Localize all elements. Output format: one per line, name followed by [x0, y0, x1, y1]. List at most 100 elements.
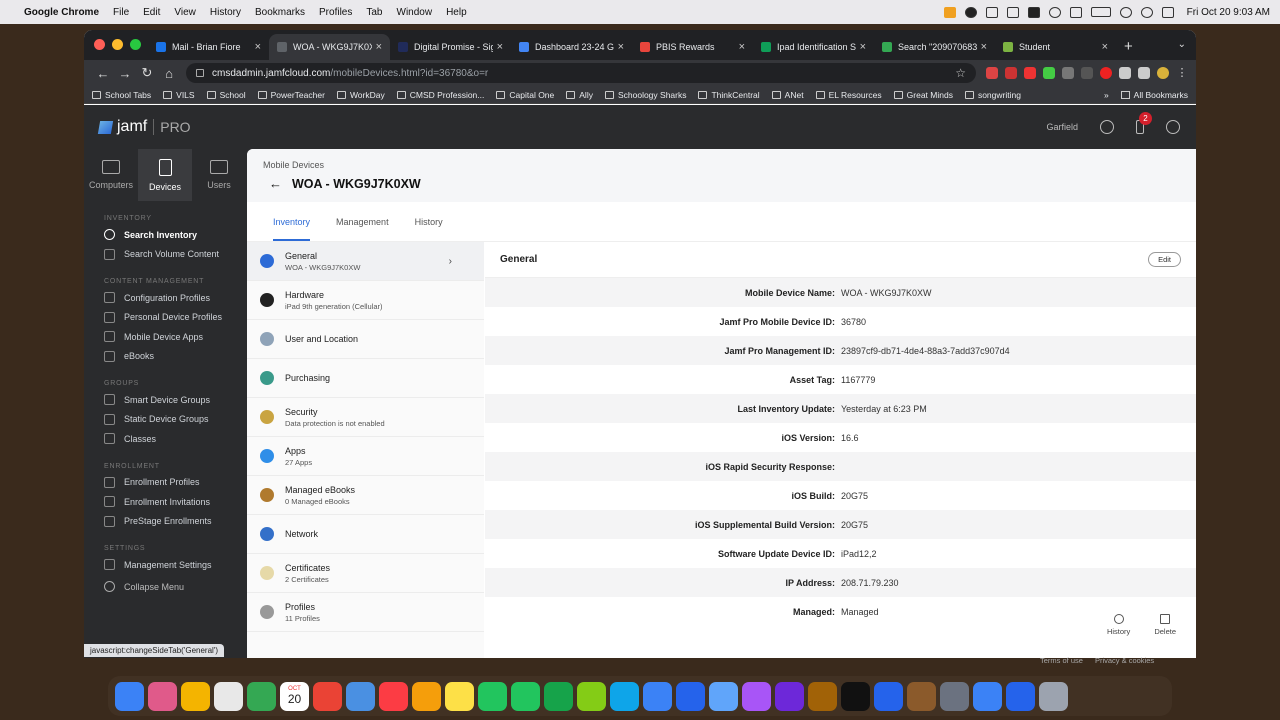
- dock-app-icon[interactable]: [544, 681, 573, 711]
- drive-icon[interactable]: [1006, 6, 1019, 18]
- settings-gear-icon[interactable]: [1166, 120, 1180, 134]
- dock-app-icon[interactable]: [742, 681, 771, 711]
- bookmark-item[interactable]: Great Minds: [893, 90, 953, 100]
- dock-app-icon[interactable]: [874, 681, 903, 711]
- dock-app-icon[interactable]: [445, 681, 474, 711]
- inventory-section-hardware[interactable]: Hardware iPad 9th generation (Cellular): [247, 281, 484, 320]
- inventory-section-user-and-location[interactable]: User and Location: [247, 320, 484, 359]
- category-devices[interactable]: Devices: [138, 149, 192, 201]
- dock-app-icon[interactable]: [610, 681, 639, 711]
- menu-history[interactable]: History: [210, 7, 241, 18]
- clock-menu-icon[interactable]: [1048, 6, 1061, 18]
- dock-calendar-icon[interactable]: OCT 20: [280, 681, 309, 711]
- inventory-section-security[interactable]: Security Data protection is not enabled: [247, 398, 484, 437]
- dock-app-icon[interactable]: [115, 681, 144, 711]
- menu-window[interactable]: Window: [397, 7, 433, 18]
- browser-tab[interactable]: Digital Promise - Sig ×: [390, 34, 511, 60]
- tab-close-icon[interactable]: ×: [497, 41, 503, 53]
- browser-tab[interactable]: PBIS Rewards ×: [632, 34, 753, 60]
- dock-app-icon[interactable]: [808, 681, 837, 711]
- browser-tab[interactable]: Mail - Brian Fiore ×: [148, 34, 269, 60]
- extension-gmail-icon[interactable]: [986, 67, 998, 79]
- extension-record-icon[interactable]: [1100, 67, 1112, 79]
- dock-app-icon[interactable]: [577, 681, 606, 711]
- dock-app-icon[interactable]: [247, 681, 276, 711]
- close-window-button[interactable]: [94, 39, 105, 50]
- browser-tab-active[interactable]: WOA - WKG9J7K0XW ×: [269, 34, 390, 60]
- sidebar-item-enrollment-profiles[interactable]: Enrollment Profiles: [84, 473, 247, 493]
- dock-app-icon[interactable]: [676, 681, 705, 711]
- tab-inventory[interactable]: Inventory: [273, 217, 311, 241]
- all-bookmarks[interactable]: » All Bookmarks: [1104, 90, 1188, 100]
- dock-app-icon[interactable]: [643, 681, 672, 711]
- tab-close-icon[interactable]: ×: [739, 41, 745, 53]
- sidebar-item-mobile-apps[interactable]: Mobile Device Apps: [84, 327, 247, 347]
- sidebar-item-ebooks[interactable]: eBooks: [84, 347, 247, 367]
- bookmark-item[interactable]: WorkDay: [336, 90, 385, 100]
- sidebar-item-configuration-profiles[interactable]: Configuration Profiles: [84, 288, 247, 308]
- site-selector[interactable]: Garfield: [1046, 122, 1078, 132]
- record-icon[interactable]: [964, 6, 977, 18]
- extension-reader-icon[interactable]: [1062, 67, 1074, 79]
- privacy-link[interactable]: Privacy & cookies: [1095, 656, 1154, 665]
- dock-app-icon[interactable]: [940, 681, 969, 711]
- home-icon[interactable]: ⌂: [158, 66, 180, 81]
- inventory-section-certificates[interactable]: Certificates 2 Certificates: [247, 554, 484, 593]
- sidebar-item-classes[interactable]: Classes: [84, 429, 247, 449]
- extensions-puzzle-icon[interactable]: [1119, 67, 1131, 79]
- tab-management[interactable]: Management: [336, 217, 389, 241]
- dock-app-icon[interactable]: [412, 681, 441, 711]
- bookmark-item[interactable]: School: [206, 90, 246, 100]
- inventory-section-purchasing[interactable]: Purchasing: [247, 359, 484, 398]
- dock-app-icon[interactable]: [511, 681, 540, 711]
- inventory-section-general[interactable]: General WOA - WKG9J7K0XW ›: [247, 242, 484, 281]
- menu-tab[interactable]: Tab: [366, 7, 382, 18]
- menu-bookmarks[interactable]: Bookmarks: [255, 7, 305, 18]
- sidebar-item-enrollment-invitations[interactable]: Enrollment Invitations: [84, 492, 247, 512]
- menu-profiles[interactable]: Profiles: [319, 7, 352, 18]
- back-icon[interactable]: ←: [92, 66, 114, 81]
- bookmark-star-icon[interactable]: ☆: [955, 66, 966, 80]
- extension-abp-icon[interactable]: [1005, 67, 1017, 79]
- sidebar-item-personal-profiles[interactable]: Personal Device Profiles: [84, 308, 247, 328]
- inventory-section-profiles[interactable]: Profiles 11 Profiles: [247, 593, 484, 632]
- menu-help[interactable]: Help: [446, 7, 467, 18]
- control-center-icon[interactable]: [1161, 6, 1174, 18]
- side-panel-icon[interactable]: [1138, 67, 1150, 79]
- extension-green-icon[interactable]: [1043, 67, 1055, 79]
- sidebar-item-prestage[interactable]: PreStage Enrollments: [84, 512, 247, 532]
- dock-app-icon[interactable]: [1006, 681, 1035, 711]
- tab-close-icon[interactable]: ×: [255, 41, 261, 53]
- browser-tab[interactable]: Dashboard 23-24 Ge ×: [511, 34, 632, 60]
- bookmark-item[interactable]: Capital One: [496, 90, 554, 100]
- sidebar-item-static-groups[interactable]: Static Device Groups: [84, 410, 247, 430]
- extension-grid-icon[interactable]: [1081, 67, 1093, 79]
- back-arrow-icon[interactable]: ←: [269, 176, 282, 191]
- dock-app-icon[interactable]: [313, 681, 342, 711]
- minimize-window-button[interactable]: [112, 39, 123, 50]
- dock-app-icon[interactable]: [1039, 681, 1068, 711]
- forward-icon[interactable]: →: [114, 66, 136, 81]
- category-computers[interactable]: Computers: [84, 149, 138, 201]
- browser-tab[interactable]: Search "209070683 ×: [874, 34, 995, 60]
- sidebar-item-management-settings[interactable]: Management Settings: [84, 555, 247, 575]
- bookmark-item[interactable]: ThinkCentral: [698, 90, 760, 100]
- delete-button[interactable]: Delete: [1154, 614, 1176, 636]
- browser-tab[interactable]: Ipad Identification Sh ×: [753, 34, 874, 60]
- spotlight-icon[interactable]: [1140, 6, 1153, 18]
- bluetooth-icon[interactable]: [1069, 6, 1082, 18]
- bookmark-item[interactable]: EL Resources: [815, 90, 882, 100]
- menu-app-name[interactable]: Google Chrome: [24, 7, 99, 18]
- menubar-clock[interactable]: Fri Oct 20 9:03 AM: [1187, 7, 1270, 18]
- collapse-menu-button[interactable]: Collapse Menu: [104, 581, 184, 592]
- user-account-icon[interactable]: [1100, 120, 1114, 134]
- terms-link[interactable]: Terms of use: [1040, 656, 1083, 665]
- category-users[interactable]: Users: [192, 149, 246, 201]
- menu-edit[interactable]: Edit: [143, 7, 160, 18]
- bookmark-item[interactable]: songwriting: [964, 90, 1021, 100]
- notifications-icon[interactable]: 2: [1136, 112, 1152, 134]
- profile-avatar-icon[interactable]: [1157, 67, 1169, 79]
- inventory-section-managed-ebooks[interactable]: Managed eBooks 0 Managed eBooks: [247, 476, 484, 515]
- extension-red-icon[interactable]: [1024, 67, 1036, 79]
- bookmark-item[interactable]: VILS: [163, 90, 195, 100]
